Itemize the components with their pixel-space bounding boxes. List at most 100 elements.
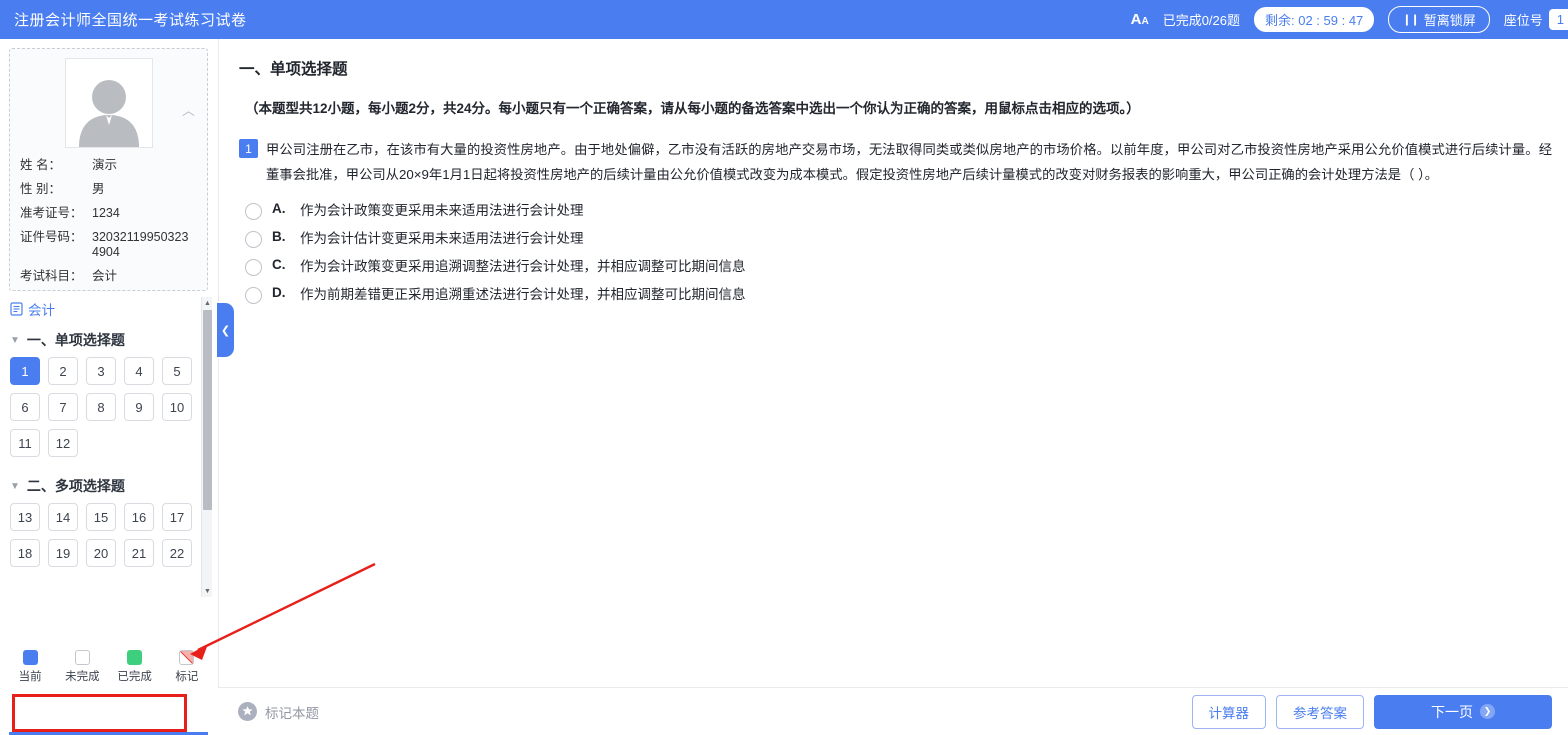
countdown-timer: 剩余: 02 : 59 : 47 bbox=[1254, 7, 1375, 32]
question-button[interactable]: 4 bbox=[124, 357, 154, 385]
question-button[interactable]: 19 bbox=[48, 539, 78, 567]
option-text: 作为会计政策变更采用追溯调整法进行会计处理，并相应调整可比期间信息 bbox=[300, 259, 746, 274]
question-text: 甲公司注册在乙市，在该市有大量的投资性房地产。由于地处偏僻，乙市没有活跃的房地产… bbox=[266, 142, 1552, 182]
info-value: 男 bbox=[92, 182, 105, 196]
font-size-icon[interactable]: AA bbox=[1131, 12, 1149, 27]
question-button[interactable]: 18 bbox=[10, 539, 40, 567]
option-a[interactable]: A. 作为会计政策变更采用未来适用法进行会计处理 bbox=[239, 201, 1552, 221]
avatar bbox=[64, 58, 153, 148]
mark-question-button[interactable]: 标记本题 bbox=[238, 702, 319, 722]
question-button[interactable]: 12 bbox=[48, 429, 78, 457]
question-button[interactable]: 20 bbox=[86, 539, 116, 567]
lock-screen-label: 暂离锁屏 bbox=[1423, 13, 1476, 28]
chevron-down-icon: ▼ bbox=[10, 480, 20, 492]
info-row: 证件号码： 320321199503234904 bbox=[20, 230, 197, 260]
question-button[interactable]: 11 bbox=[10, 429, 40, 457]
info-value: 会计 bbox=[92, 269, 118, 283]
question-button[interactable]: 10 bbox=[162, 393, 192, 421]
question-button[interactable]: 13 bbox=[10, 503, 40, 531]
group-label: 一、单项选择题 bbox=[26, 332, 125, 348]
bottom-actions: 计算器 参考答案 下一页 ❯ bbox=[1191, 694, 1552, 729]
candidate-info-card: ︿ 姓 名： 演示 性 别： 男 准考证号： 1234 证件号码： 320321… bbox=[9, 48, 208, 291]
question-body: 1 甲公司注册在乙市，在该市有大量的投资性房地产。由于地处偏僻，乙市没有活跃的房… bbox=[239, 137, 1552, 187]
question-button[interactable]: 22 bbox=[162, 539, 192, 567]
next-page-label: 下一页 bbox=[1431, 703, 1473, 720]
seat-number-value: 1 bbox=[1548, 9, 1568, 30]
lock-screen-button[interactable]: ❙❙ 暂离锁屏 bbox=[1388, 6, 1490, 33]
sidebar-collapse-handle[interactable]: ❮ bbox=[217, 303, 234, 357]
question-number-badge: 1 bbox=[239, 139, 258, 158]
question-button[interactable]: 2 bbox=[48, 357, 78, 385]
progress-label: 已完成0/26题 bbox=[1162, 13, 1241, 28]
user-avatar-placeholder-icon bbox=[78, 80, 139, 147]
option-b[interactable]: B. 作为会计估计变更采用未来适用法进行会计处理 bbox=[239, 229, 1552, 249]
legend-swatch-done bbox=[127, 650, 143, 665]
chevron-down-icon: ▼ bbox=[10, 334, 20, 346]
pin-mark-icon bbox=[238, 702, 257, 721]
section-title: 一、单项选择题 bbox=[239, 61, 348, 78]
chevron-left-icon: ❮ bbox=[220, 324, 231, 337]
scrollbar-thumb[interactable] bbox=[203, 310, 212, 510]
section-description: （本题型共12小题，每小题2分，共24分。每小题只有一个正确答案，请从每小题的备… bbox=[245, 101, 1140, 116]
left-sidebar: ︿ 姓 名： 演示 性 别： 男 准考证号： 1234 证件号码： 320321… bbox=[0, 39, 217, 735]
scroll-down-icon[interactable]: ▼ bbox=[202, 585, 213, 597]
info-label: 姓 名： bbox=[20, 158, 61, 172]
info-label: 性 别： bbox=[20, 182, 61, 196]
question-button[interactable]: 3 bbox=[86, 357, 116, 385]
candidate-fields: 姓 名： 演示 性 别： 男 准考证号： 1234 证件号码： 32032119… bbox=[20, 158, 197, 284]
calculator-button[interactable]: 计算器 bbox=[1191, 694, 1266, 729]
reference-answer-button[interactable]: 参考答案 bbox=[1276, 694, 1364, 729]
chevron-up-icon[interactable]: ︿ bbox=[182, 100, 195, 119]
info-row: 准考证号： 1234 bbox=[20, 206, 197, 221]
group-title-multi-choice[interactable]: ▼ 二、多项选择题 bbox=[10, 476, 217, 496]
legend-label: 未完成 bbox=[65, 671, 100, 683]
option-letter: A. bbox=[272, 201, 286, 216]
option-letter: D. bbox=[272, 285, 286, 300]
question-button[interactable]: 6 bbox=[10, 393, 40, 421]
info-row: 考试科目： 会计 bbox=[20, 269, 197, 284]
legend-swatch-undone bbox=[74, 650, 90, 665]
navigator-scrollbar[interactable]: ▲ ▼ bbox=[201, 297, 212, 597]
mark-question-label: 标记本题 bbox=[265, 705, 319, 721]
legend-item-undone: 未完成 bbox=[56, 650, 108, 684]
question-button[interactable]: 15 bbox=[86, 503, 116, 531]
group-label: 二、多项选择题 bbox=[26, 478, 125, 494]
legend-swatch-current bbox=[22, 650, 38, 665]
question-button[interactable]: 17 bbox=[162, 503, 192, 531]
legend-item-current: 当前 bbox=[4, 650, 56, 684]
legend-item-done: 已完成 bbox=[109, 650, 161, 684]
question-button[interactable]: 1 bbox=[10, 357, 40, 385]
navigator-scroll-area[interactable]: ▼ 一、单项选择题 1 2 3 4 5 6 7 8 9 10 11 12 ▼ 二… bbox=[0, 323, 217, 601]
legend-item-marked: 标记 bbox=[161, 650, 213, 684]
question-button[interactable]: 5 bbox=[162, 357, 192, 385]
avatar-row: ︿ bbox=[20, 58, 197, 148]
chevron-right-icon: ❯ bbox=[1480, 704, 1495, 719]
option-letter: C. bbox=[272, 257, 286, 272]
legend-label: 当前 bbox=[18, 671, 42, 683]
seat-number-label: 座位号 bbox=[1503, 13, 1543, 28]
question-button[interactable]: 7 bbox=[48, 393, 78, 421]
question-button[interactable]: 8 bbox=[86, 393, 116, 421]
info-value: 320321199503234904 bbox=[92, 230, 189, 259]
option-d[interactable]: D. 作为前期差错更正采用追溯重述法进行会计处理，并相应调整可比期间信息 bbox=[239, 285, 1552, 305]
bottom-toolbar: 标记本题 计算器 参考答案 下一页 ❯ bbox=[218, 687, 1568, 735]
question-button[interactable]: 16 bbox=[124, 503, 154, 531]
legend-swatch-marked bbox=[179, 650, 195, 665]
radio-icon-c[interactable] bbox=[245, 259, 262, 276]
question-button[interactable]: 21 bbox=[124, 539, 154, 567]
scroll-up-icon[interactable]: ▲ bbox=[202, 297, 213, 309]
option-c[interactable]: C. 作为会计政策变更采用追溯调整法进行会计处理，并相应调整可比期间信息 bbox=[239, 257, 1552, 277]
question-grid-multi-choice: 13 14 15 16 17 18 19 20 21 22 bbox=[10, 503, 206, 567]
question-button[interactable]: 14 bbox=[48, 503, 78, 531]
option-text: 作为前期差错更正采用追溯重述法进行会计处理，并相应调整可比期间信息 bbox=[300, 287, 746, 302]
header-actions: AA 已完成0/26题 剩余: 02 : 59 : 47 ❙❙ 暂离锁屏 座位号… bbox=[1131, 6, 1568, 33]
radio-icon-d[interactable] bbox=[245, 287, 262, 304]
next-page-button[interactable]: 下一页 ❯ bbox=[1374, 694, 1552, 729]
radio-icon-b[interactable] bbox=[245, 231, 262, 248]
group-title-single-choice[interactable]: ▼ 一、单项选择题 bbox=[10, 330, 217, 350]
info-value: 演示 bbox=[92, 158, 118, 172]
question-button[interactable]: 9 bbox=[124, 393, 154, 421]
radio-icon-a[interactable] bbox=[245, 203, 262, 220]
option-letter: B. bbox=[272, 229, 286, 244]
pause-icon: ❙❙ bbox=[1402, 14, 1419, 26]
